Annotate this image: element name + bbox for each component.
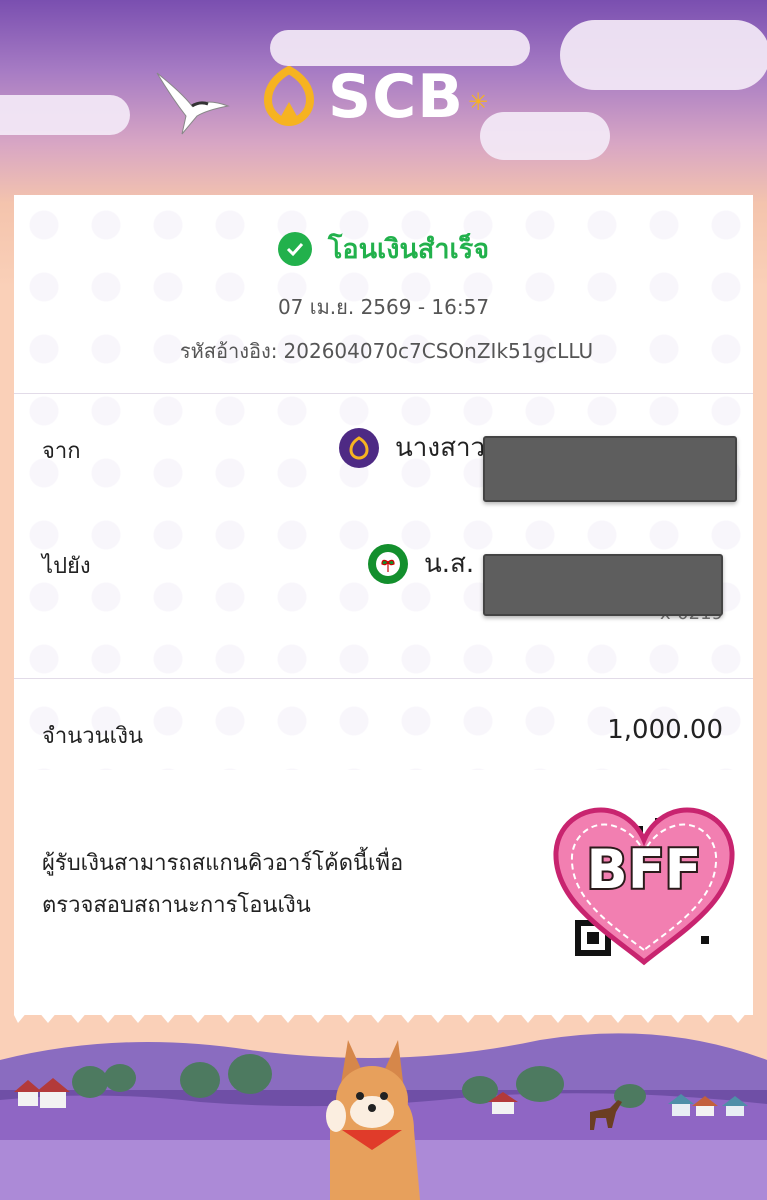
cloud <box>560 20 767 90</box>
qr-section: ผู้รับเงินสามารถสแกนคิวอาร์โค้ดนี้เพื่อ … <box>14 770 753 1015</box>
redaction-block <box>483 554 723 616</box>
cloud <box>480 112 610 160</box>
to-party: น.ส. <box>368 543 474 584</box>
divider <box>14 393 753 394</box>
reference-value: 202604070c7CSOnZIk51gcLLU <box>283 339 594 363</box>
receipt-card: โอนเงินสำเร็จ 07 เม.ย. 2569 - 16:57 รหัส… <box>14 195 753 1015</box>
cloud <box>0 95 130 135</box>
star-icon: ✳ <box>467 88 489 116</box>
cloud <box>270 30 530 66</box>
qr-instruction: ผู้รับเงินสามารถสแกนคิวอาร์โค้ดนี้เพื่อ … <box>42 843 512 927</box>
brand-name: SCB <box>328 62 464 132</box>
kbank-logo-icon <box>368 543 408 584</box>
bird-icon <box>156 72 230 135</box>
from-label: จาก <box>42 439 81 464</box>
qr-instruction-line: ตรวจสอบสถานะการโอนเงิน <box>42 893 311 918</box>
to-label: ไปยัง <box>42 554 91 579</box>
status-title: โอนเงินสำเร็จ <box>327 234 490 265</box>
sticker-text: BFF <box>587 838 702 901</box>
header-sky: SCB ✳ <box>0 0 767 195</box>
from-party: นางสาว <box>339 427 485 468</box>
reference-label: รหัสอ้างอิง: <box>179 339 278 363</box>
redaction-block <box>483 436 737 502</box>
landscape-illustration <box>0 1033 767 1200</box>
transaction-datetime: 07 เม.ย. 2569 - 16:57 <box>277 295 490 319</box>
amount-label: จำนวนเงิน <box>42 724 143 749</box>
scb-logo-icon <box>263 66 315 127</box>
divider <box>14 678 753 679</box>
qr-instruction-line: ผู้รับเงินสามารถสแกนคิวอาร์โค้ดนี้เพื่อ <box>42 851 404 876</box>
status-row: โอนเงินสำเร็จ <box>14 227 753 270</box>
from-name: นางสาว <box>395 433 486 463</box>
check-icon <box>277 231 312 266</box>
bff-sticker: BFF <box>553 807 735 966</box>
scb-logo-icon <box>339 427 379 468</box>
reference-line: รหัสอ้างอิง: 202604070c7CSOnZIk51gcLLU <box>14 335 753 367</box>
to-name: น.ส. <box>424 549 475 579</box>
scb-logo: SCB ✳ <box>258 62 488 132</box>
amount-value: 1,000.00 <box>607 715 723 745</box>
